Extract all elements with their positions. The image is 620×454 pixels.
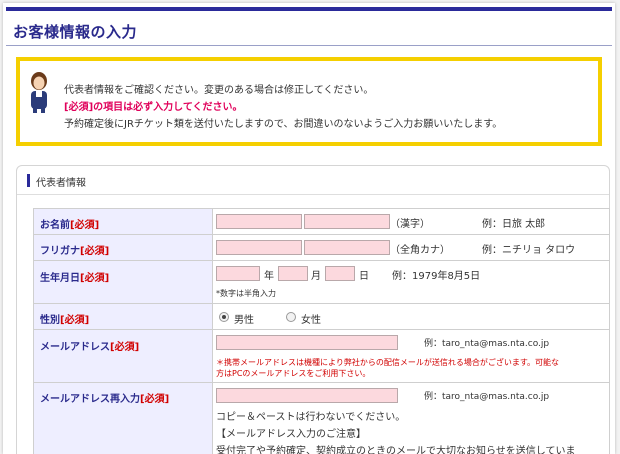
birthdate-example: 例：1979年8月5日 xyxy=(392,271,481,282)
label-cell-kana: フリガナ[必須] xyxy=(33,235,213,260)
notice-text-1: 代表者情報をご確認ください。変更のある場合は修正してください。 xyxy=(64,85,374,96)
form-row-email: メールアドレス[必須] 例：taro_nta@mas.nta.co.jp ＊携帯… xyxy=(33,330,610,383)
panel-header-mark xyxy=(27,174,30,187)
label-cell-birthdate: 生年月日[必須] xyxy=(33,261,213,303)
gender-female-radio[interactable] xyxy=(286,312,296,322)
birth-day-input[interactable] xyxy=(325,266,355,281)
kana-label: フリガナ[必須] xyxy=(40,246,110,257)
birthdate-label: 生年月日[必須] xyxy=(40,273,110,284)
label-cell-name: お名前[必須] xyxy=(33,209,213,234)
label-cell-email-confirm: メールアドレス再入力[必須] xyxy=(33,383,213,454)
value-cell-email-confirm: 例：taro_nta@mas.nta.co.jp コピー＆ペーストは行わないでく… xyxy=(212,383,610,454)
email-warning-2: 方はPCのメールアドレスをご利用下さい。 xyxy=(216,369,371,378)
form-row-birthdate: 生年月日[必須] 年 月 日 例：1979年8月5日 *数字は半角入力 xyxy=(33,261,610,304)
form-row-name: お名前[必須] （漢字） 例：日旅 太郎 xyxy=(33,209,610,235)
representative-panel: 代表者情報 お名前[必須] （漢字） 例：日旅 太郎 フリガナ[必須] （全角カ… xyxy=(16,165,610,454)
gender-label: 性別[必須] xyxy=(40,315,90,326)
top-accent-bar xyxy=(6,7,612,11)
email-input[interactable] xyxy=(216,335,398,350)
kana-suffix: （全角カナ） xyxy=(390,245,450,256)
operator-avatar-icon xyxy=(31,72,47,113)
email-confirm-note-1: コピー＆ペーストは行わないでください。 xyxy=(216,412,406,423)
title-divider xyxy=(6,45,612,46)
name-example: 例：日旅 太郎 xyxy=(482,219,546,230)
last-name-input[interactable] xyxy=(216,214,302,229)
first-name-input[interactable] xyxy=(304,214,390,229)
birth-month-input[interactable] xyxy=(278,266,308,281)
value-cell-name: （漢字） 例：日旅 太郎 xyxy=(212,209,610,234)
page-title: お客様情報の入力 xyxy=(13,23,138,41)
name-label: お名前[必須] xyxy=(40,220,100,231)
gender-male-radio[interactable] xyxy=(219,312,229,322)
month-unit: 月 xyxy=(311,271,321,282)
email-confirm-note-3: 受付完了や予約確定、契約成立のときのメールで大切なお知らせを送信していま xyxy=(216,446,576,454)
page-frame: お客様情報の入力 代表者情報をご確認ください。変更のある場合は修正してください。… xyxy=(3,3,615,454)
panel-header: 代表者情報 xyxy=(17,166,609,195)
name-suffix: （漢字） xyxy=(390,219,430,230)
value-cell-birthdate: 年 月 日 例：1979年8月5日 *数字は半角入力 xyxy=(212,261,610,303)
day-unit: 日 xyxy=(359,271,369,282)
notice-text-3: 予約確定後にJRチケット類を送付いたしますので、お間違いのないようご入力お願いい… xyxy=(64,119,503,130)
email-confirm-label: メールアドレス再入力[必須] xyxy=(40,394,170,405)
first-name-kana-input[interactable] xyxy=(304,240,390,255)
panel-title: 代表者情報 xyxy=(36,178,86,189)
notice-text-required: [必須]の項目は必ず入力してください。 xyxy=(64,102,243,113)
gender-male-label[interactable]: 男性 xyxy=(234,311,254,326)
customer-form: お名前[必須] （漢字） 例：日旅 太郎 フリガナ[必須] （全角カナ） 例：ニ… xyxy=(33,208,610,454)
form-row-kana: フリガナ[必須] （全角カナ） 例：ニチリョ タロウ xyxy=(33,235,610,261)
email-label: メールアドレス[必須] xyxy=(40,342,140,353)
birthdate-note: *数字は半角入力 xyxy=(216,289,276,298)
gender-female-label[interactable]: 女性 xyxy=(301,311,321,326)
email-confirm-note-2: 【メールアドレス入力のご注意】 xyxy=(216,429,366,440)
email-confirm-example: 例：taro_nta@mas.nta.co.jp xyxy=(424,392,550,402)
form-row-email-confirm: メールアドレス再入力[必須] 例：taro_nta@mas.nta.co.jp … xyxy=(33,383,610,454)
email-confirm-input[interactable] xyxy=(216,388,398,403)
email-warning-1: ＊携帯メールアドレスは機種により弊社からの配信メールが送信れる場合がございます。… xyxy=(216,358,560,367)
notice-box: 代表者情報をご確認ください。変更のある場合は修正してください。 [必須]の項目は… xyxy=(16,57,602,146)
kana-example: 例：ニチリョ タロウ xyxy=(482,245,576,256)
birth-year-input[interactable] xyxy=(216,266,260,281)
value-cell-kana: （全角カナ） 例：ニチリョ タロウ xyxy=(212,235,610,260)
year-unit: 年 xyxy=(264,271,274,282)
form-row-gender: 性別[必須] 男性 女性 xyxy=(33,304,610,330)
label-cell-gender: 性別[必須] xyxy=(33,304,213,329)
email-example: 例：taro_nta@mas.nta.co.jp xyxy=(424,339,550,349)
value-cell-gender: 男性 女性 xyxy=(212,304,610,329)
label-cell-email: メールアドレス[必須] xyxy=(33,330,213,382)
value-cell-email: 例：taro_nta@mas.nta.co.jp ＊携帯メールアドレスは機種によ… xyxy=(212,330,610,382)
last-name-kana-input[interactable] xyxy=(216,240,302,255)
